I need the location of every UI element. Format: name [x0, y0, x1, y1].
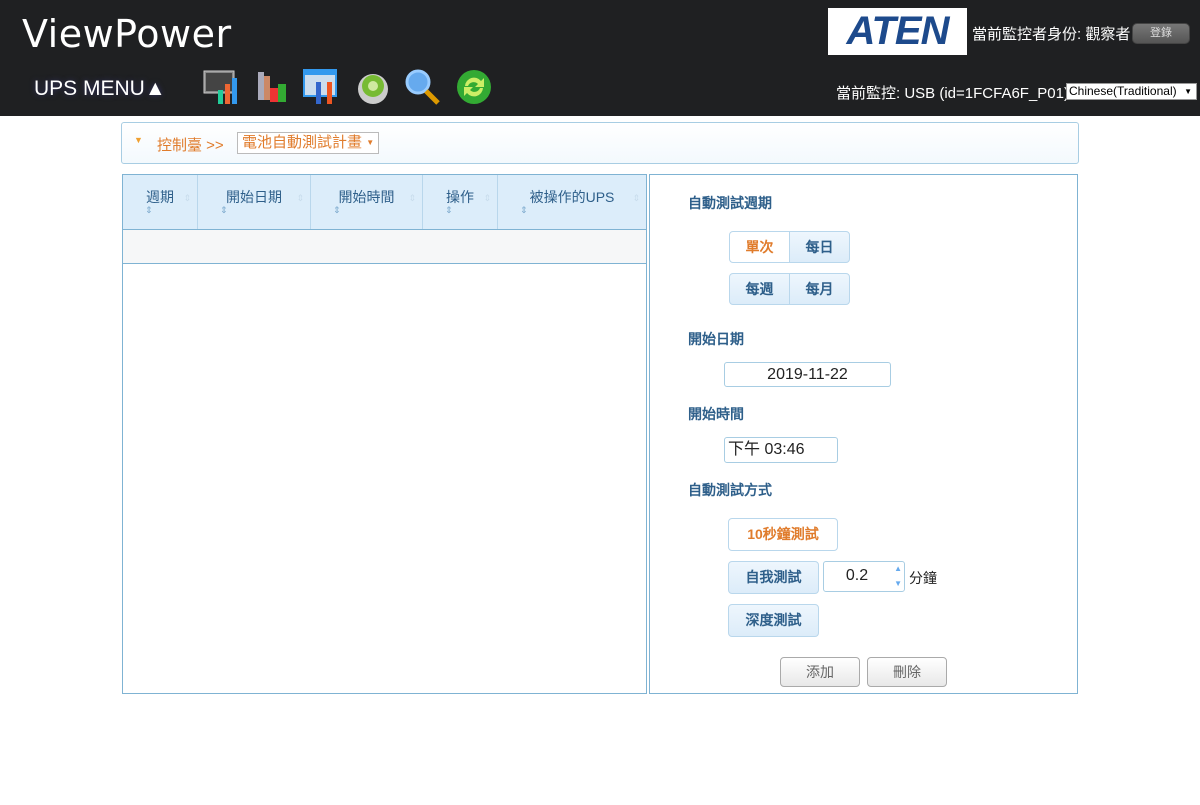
start-time-input[interactable]: 下午 03:46: [724, 437, 838, 463]
test-method-label: 自動測試方式: [688, 482, 772, 498]
sort-icon: ⇕: [483, 193, 491, 203]
column-label: 週期: [146, 189, 174, 205]
column-header-action[interactable]: 操作 ⇕ ⇕: [423, 175, 498, 229]
start-date-input[interactable]: 2019-11-22: [724, 362, 891, 387]
sort-icon: ⇕: [145, 205, 153, 215]
settings-gear-icon[interactable]: [354, 68, 392, 106]
spin-up-icon[interactable]: ▲: [894, 564, 902, 573]
duration-value: 0.2: [845, 567, 869, 584]
delete-button[interactable]: 刪除: [867, 657, 947, 687]
sort-icon: ⇕: [296, 193, 304, 203]
breadcrumb-home-link[interactable]: 控制臺 >>: [157, 134, 224, 155]
data-log-icon[interactable]: [252, 68, 290, 106]
period-once-button[interactable]: 單次: [729, 231, 790, 263]
table-header: 週期 ⇕ ⇕ 開始日期 ⇕ ⇕ 開始時間 ⇕ ⇕ 操作 ⇕ ⇕ 被操作的UPS ⇕ ⇕: [123, 175, 646, 230]
column-header-start-time[interactable]: 開始時間 ⇕ ⇕: [311, 175, 423, 229]
column-label: 被操作的UPS: [529, 189, 615, 205]
ups-menu-button[interactable]: UPS MENU▲: [34, 77, 166, 101]
search-icon[interactable]: [403, 68, 441, 106]
monitor-chart-icon[interactable]: [202, 68, 240, 106]
schedule-table: 週期 ⇕ ⇕ 開始日期 ⇕ ⇕ 開始時間 ⇕ ⇕ 操作 ⇕ ⇕ 被操作的UPS ⇕ ⇕: [122, 174, 647, 694]
start-date-label: 開始日期: [688, 331, 744, 347]
period-label: 自動測試週期: [688, 195, 772, 211]
language-value: Chinese(Traditional): [1069, 84, 1177, 98]
period-weekly-button[interactable]: 每週: [729, 273, 790, 305]
language-select[interactable]: Chinese(Traditional) ▼: [1066, 83, 1197, 100]
sort-icon: ⇕: [445, 205, 453, 215]
top-header: ViewPower UPS MENU▲ ATEN 當前監控者身份: 觀察者 登錄…: [0, 0, 1200, 116]
triangle-down-icon: ▼: [134, 135, 143, 145]
aten-logo: ATEN: [828, 8, 967, 55]
chevron-down-icon: ▼: [1184, 87, 1192, 96]
sort-icon: ⇕: [408, 193, 416, 203]
sort-icon: ⇕: [220, 205, 228, 215]
column-header-start-date[interactable]: 開始日期 ⇕ ⇕: [198, 175, 311, 229]
table-row: [123, 230, 646, 264]
sort-icon: ⇕: [520, 205, 528, 215]
page-select-value: 電池自動測試計畫: [242, 134, 363, 151]
duration-unit: 分鐘: [909, 570, 937, 586]
schedule-form: 自動測試週期 單次 每日 每週 每月 開始日期 2019-11-22 開始時間 …: [649, 174, 1078, 694]
current-monitor: 當前監控: USB (id=1FCFA6F_P01): [836, 85, 1069, 102]
app-title: ViewPower: [22, 12, 232, 56]
period-daily-button[interactable]: 每日: [789, 231, 850, 263]
configuration-icon[interactable]: [302, 68, 340, 106]
spin-down-icon[interactable]: ▼: [894, 579, 902, 588]
self-test-button[interactable]: 自我測試: [728, 561, 819, 594]
sort-icon: ⇕: [183, 193, 191, 203]
self-test-duration-spinner[interactable]: 0.2 ▲ ▼: [823, 561, 905, 592]
ten-second-test-button[interactable]: 10秒鐘測試: [728, 518, 838, 551]
column-label: 開始時間: [338, 189, 395, 205]
column-header-target-ups[interactable]: 被操作的UPS ⇕ ⇕: [498, 175, 646, 229]
add-button[interactable]: 添加: [780, 657, 860, 687]
page-select[interactable]: 電池自動測試計畫 ▼: [237, 132, 380, 154]
sort-icon: ⇕: [333, 205, 341, 215]
column-label: 操作: [446, 189, 474, 205]
column-label: 開始日期: [226, 189, 282, 205]
refresh-icon[interactable]: [455, 68, 493, 106]
column-header-period[interactable]: 週期 ⇕ ⇕: [123, 175, 198, 229]
start-time-label: 開始時間: [688, 406, 744, 422]
breadcrumb: ▼ 控制臺 >> 電池自動測試計畫 ▼: [121, 122, 1079, 164]
chevron-down-icon: ▼: [366, 138, 375, 147]
deep-test-button[interactable]: 深度測試: [728, 604, 819, 637]
period-monthly-button[interactable]: 每月: [789, 273, 850, 305]
current-user-role: 當前監控者身份: 觀察者: [972, 26, 1131, 43]
sort-icon: ⇕: [632, 193, 640, 203]
login-button[interactable]: 登錄: [1132, 23, 1190, 44]
